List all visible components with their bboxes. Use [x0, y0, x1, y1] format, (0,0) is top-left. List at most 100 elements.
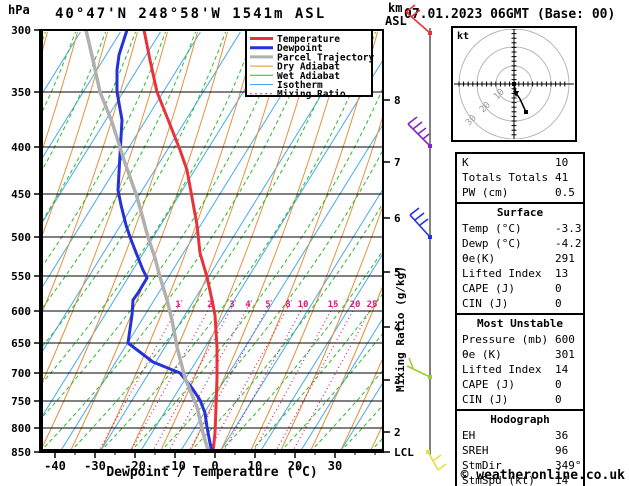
stat-value: 0	[555, 297, 562, 310]
hodograph-plot: 102030	[454, 29, 574, 139]
temp-tick-label: 30	[328, 459, 342, 473]
km-tick-label: 8	[394, 94, 401, 107]
stats-box-most-unstable: Most Unstable Pressure (mb) 600 θe (K) 301 Li…	[455, 313, 585, 411]
stat-label: CAPE (J)	[462, 378, 515, 391]
stat-label: θe(K)	[462, 252, 496, 265]
stat-value: 13	[555, 267, 569, 280]
stat-label: EH	[462, 429, 476, 442]
mixing-ratio-line	[207, 299, 293, 452]
stat-value: -3.3	[555, 222, 582, 235]
pressure-tick-label: 650	[11, 337, 31, 350]
wet-adiabat-line	[430, 32, 450, 452]
mixing-ratio-axis-label: Mixing Ratio (g/kg)	[394, 266, 407, 392]
km-tick-label: 2	[394, 426, 401, 439]
stat-label: Pressure (mb)	[462, 333, 549, 346]
stat-label: Dewp (°C)	[462, 237, 522, 250]
stat-label: K	[462, 156, 469, 169]
trace-dot	[524, 110, 528, 114]
stats-box-surface: Surface Temp (°C) -3.3 Dewp (°C) -4.2 θe(K) 29…	[455, 202, 585, 315]
lcl-label: LCL	[394, 446, 414, 459]
stats-row: CIN (J) 0	[457, 296, 583, 311]
stat-value: 36	[555, 429, 569, 442]
stat-label: PW (cm)	[462, 186, 509, 199]
stat-value: 600	[555, 333, 575, 346]
mixing-ratio-value: 15	[328, 300, 339, 310]
stat-label: SREH	[462, 444, 489, 457]
mixing-ratio-value: 5	[265, 300, 270, 310]
stats-box-title: Hodograph	[490, 413, 550, 426]
mixing-ratio-value: 3	[229, 300, 234, 310]
mixing-ratio-value: 10	[298, 300, 309, 310]
stats-row: Lifted Index 13	[457, 266, 583, 281]
credit-watermark: © weatheronline.co.uk	[460, 468, 625, 483]
stat-value: 0	[555, 282, 562, 295]
stats-box-indices: K 10 Totals Totals 41 PW (cm) 0.5	[455, 152, 585, 204]
pressure-tick-label: 700	[11, 367, 31, 380]
stats-row: EH 36	[457, 428, 583, 443]
pressure-tick-label: 850	[11, 446, 31, 459]
dry-adiabat-line	[430, 32, 450, 452]
stat-value: 291	[555, 252, 575, 265]
mixing-ratio-value: 4	[245, 300, 251, 310]
pressure-tick-label: 300	[11, 24, 31, 37]
pressure-tick-label: 750	[11, 395, 31, 408]
stat-label: Lifted Index	[462, 267, 542, 280]
mixing-ratio-value: 25	[367, 300, 378, 310]
pressure-tick-label: 600	[11, 305, 31, 318]
dry-adiabat-line	[400, 32, 450, 452]
stats-row: K 10	[457, 155, 583, 170]
wind-barb-400	[407, 116, 432, 148]
stats-row: SREH 96	[457, 443, 583, 458]
mixing-ratio-line	[222, 299, 308, 452]
stat-value: -4.2	[555, 237, 582, 250]
stats-row: θe (K) 301	[457, 347, 583, 362]
stat-value: 14	[555, 363, 569, 376]
isotherm-line	[40, 31, 241, 357]
kt-label: kt	[457, 31, 469, 42]
temp-tick-label: -40	[44, 459, 66, 473]
stat-value: 96	[555, 444, 569, 457]
stat-label: Lifted Index	[462, 363, 542, 376]
stat-value: 41	[555, 171, 569, 184]
stat-label: Totals Totals	[462, 171, 549, 184]
mixing-ratio-line	[252, 299, 338, 452]
isotherm-line	[379, 446, 383, 452]
wind-barb-500	[409, 207, 432, 239]
pressure-tick-label: 550	[11, 270, 31, 283]
hodograph-panel: 102030kt	[451, 26, 577, 142]
legend-label: Mixing Ratio	[277, 89, 346, 100]
stat-value: 0.5	[555, 186, 575, 199]
stats-row: θe(K) 291	[457, 251, 583, 266]
stat-value: 0	[555, 378, 562, 391]
mixing-ratio-line	[291, 299, 377, 452]
km-tick-label: 6	[394, 212, 401, 225]
temp-tick-label: -30	[84, 459, 106, 473]
stats-row: PW (cm) 0.5	[457, 185, 583, 200]
isotherm-line	[420, 32, 450, 452]
stats-box-title: Surface	[496, 206, 544, 219]
temperature-axis-label: Dewpoint / Temperature (°C)	[106, 465, 318, 480]
stat-label: θe (K)	[462, 348, 502, 361]
stats-row: CIN (J) 0	[457, 392, 583, 407]
parcel-trajectory-line	[84, 30, 210, 451]
pressure-tick-label: 450	[11, 188, 31, 201]
stat-label: Temp (°C)	[462, 222, 522, 235]
stat-label: CAPE (J)	[462, 282, 515, 295]
stats-row: Dewp (°C) -4.2	[457, 236, 583, 251]
stat-value: 301	[555, 348, 575, 361]
skewt-chart: 1 2 3 4 5 8 10 15 20 25TemperatureDewpointParcel …	[11, 4, 450, 473]
wind-barb-300	[405, 4, 432, 35]
stats-row: CAPE (J) 0	[457, 377, 583, 392]
wind-barb-sfc	[426, 450, 447, 471]
stats-row: Totals Totals 41	[457, 170, 583, 185]
mixing-ratio-value: 8	[285, 300, 290, 310]
mixing-ratio-value: 1	[175, 300, 180, 310]
pressure-tick-label: 350	[11, 86, 31, 99]
stat-value: 0	[555, 393, 562, 406]
stats-row: Temp (°C) -3.3	[457, 221, 583, 236]
pressure-tick-label: 800	[11, 422, 31, 435]
stat-value: 10	[555, 156, 569, 169]
pressure-tick-label: 500	[11, 231, 31, 244]
km-tick-label: 7	[394, 156, 401, 169]
indices-tables: K 10 Totals Totals 41 PW (cm) 0.5 Surface Temp …	[455, 152, 585, 486]
